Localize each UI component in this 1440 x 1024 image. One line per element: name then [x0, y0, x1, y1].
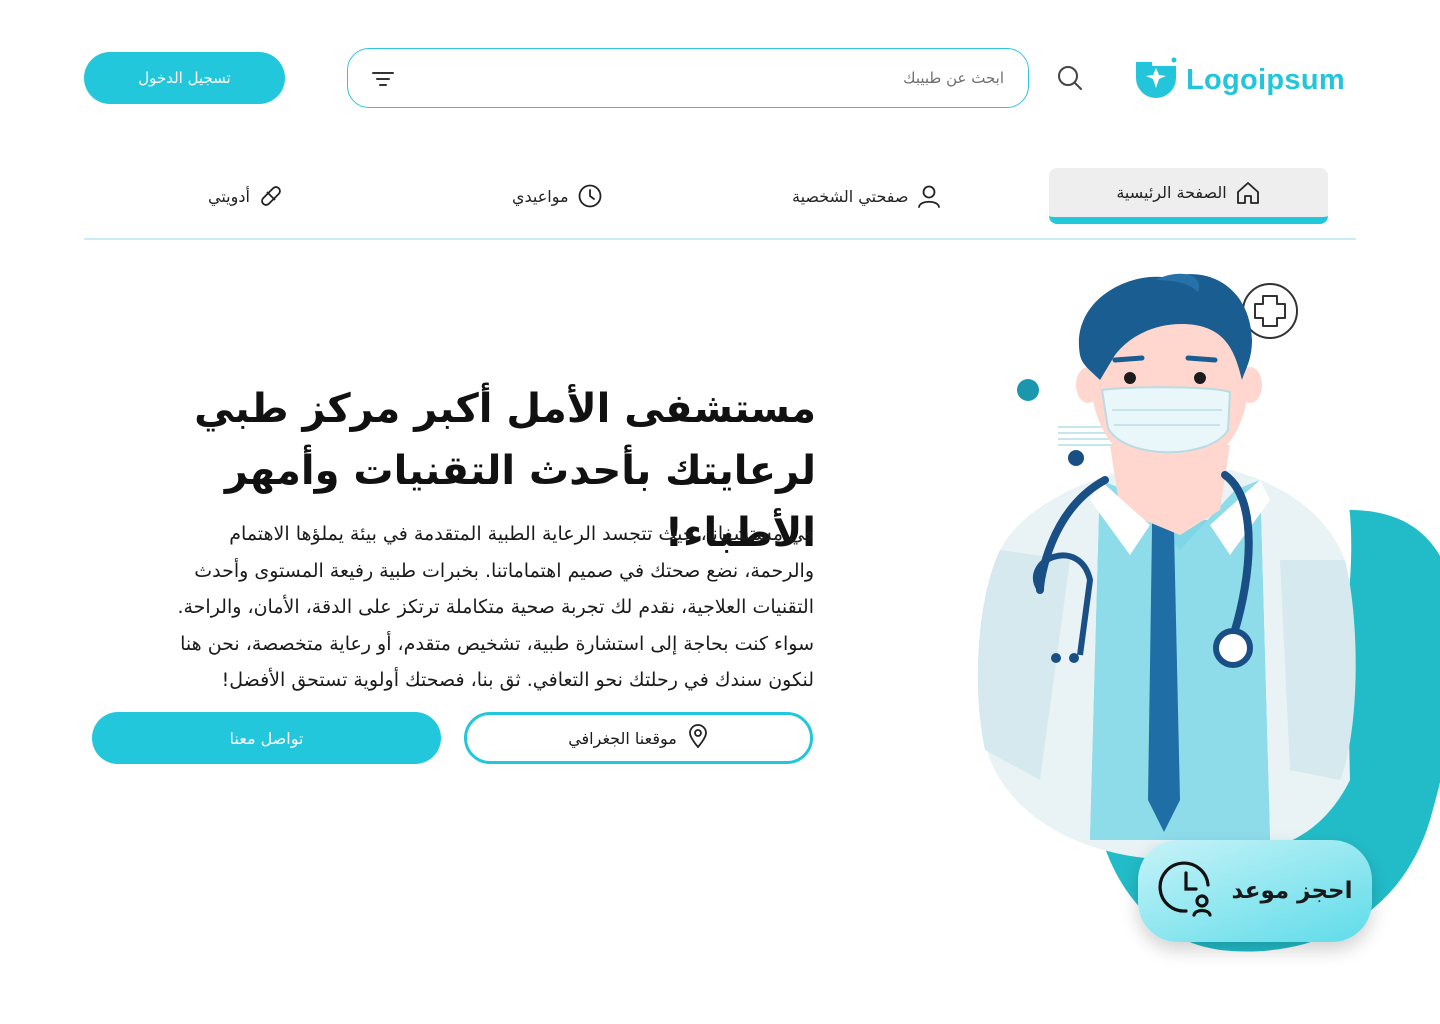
search-bar: [347, 48, 1029, 108]
location-pin-icon: [687, 723, 709, 753]
user-icon: [916, 183, 942, 209]
hero-paragraph-line: لنكون سندك في رحلتك نحو التعافي. ثق بنا،…: [221, 669, 814, 691]
nav-item-label: أدويتي: [208, 186, 250, 206]
nav-item-label: الصفحة الرئيسية: [1116, 183, 1227, 202]
nav-item-home[interactable]: الصفحة الرئيسية: [1049, 168, 1328, 224]
clock-user-icon: [1158, 859, 1218, 923]
book-appointment-label: احجز موعد: [1231, 878, 1353, 904]
nav-item-appointments[interactable]: مواعيدي: [512, 168, 603, 224]
login-button[interactable]: تسجيل الدخول: [84, 52, 285, 104]
nav-item-label: صفحتي الشخصية: [792, 186, 909, 206]
search-icon[interactable]: [1054, 62, 1086, 94]
location-button[interactable]: موقعنا الجغرافي: [464, 712, 813, 764]
logo-mark-icon: [1134, 56, 1178, 104]
hero-paragraph-line: والرحمة، نضع صحتك في صميم اهتماماتنا. بخ…: [194, 559, 814, 582]
book-appointment-button[interactable]: احجز موعد: [1138, 840, 1372, 942]
hero-paragraph: في مستشفانا، حيث تتجسد الرعاية الطبية ال…: [96, 516, 814, 699]
home-icon: [1235, 180, 1261, 206]
nav-item-profile[interactable]: صفحتي الشخصية: [792, 168, 942, 224]
contact-button[interactable]: تواصل معنا: [92, 712, 441, 764]
hero-paragraph-line: سواء كنت بحاجة إلى استشارة طبية، تشخيص م…: [180, 632, 814, 655]
main-nav: الصفحة الرئيسية صفحتي الشخصية مواعيدي أد…: [84, 168, 1356, 240]
nav-item-label: مواعيدي: [512, 186, 569, 206]
logo-text: Logoipsum: [1186, 63, 1345, 96]
hero-paragraph-line: في مستشفانا، حيث تتجسد الرعاية الطبية ال…: [229, 523, 814, 545]
filter-icon[interactable]: [370, 67, 396, 91]
hero-title-line: مستشفى الأمل أكبر مركز طبي: [194, 386, 816, 432]
pill-icon: [258, 183, 284, 209]
hero-paragraph-line: التقنيات العلاجية، نقدم لك تجربة صحية مت…: [177, 596, 814, 618]
location-button-label: موقعنا الجغرافي: [568, 728, 677, 748]
logo[interactable]: Logoipsum: [1134, 56, 1345, 104]
search-input[interactable]: [444, 49, 1004, 107]
clock-icon: [577, 183, 603, 209]
nav-item-medications[interactable]: أدويتي: [208, 168, 284, 224]
